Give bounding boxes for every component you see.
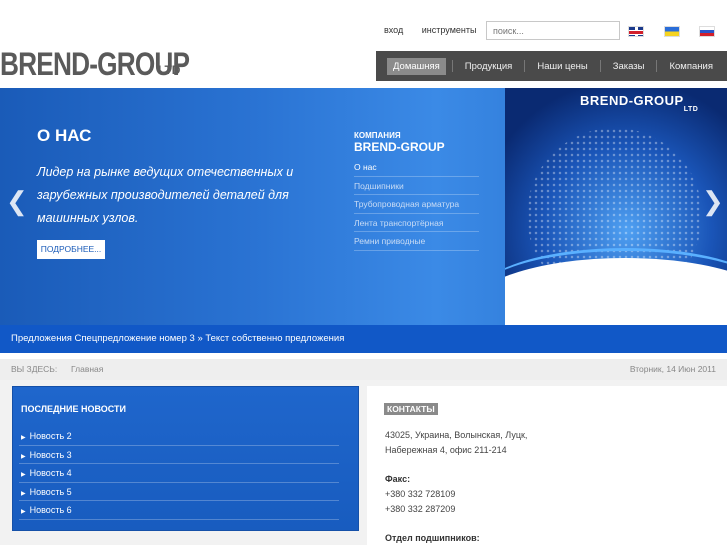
news-item[interactable]: ▶ Новость 6 (19, 501, 339, 520)
side-list-item[interactable]: Лента транспортёрная (354, 214, 479, 232)
chevron-left-icon[interactable]: ❮ (6, 186, 28, 217)
contact-address-line2: Набережная 4, офис 211-214 (385, 445, 507, 455)
contact-fax-label: Факс: (385, 474, 411, 484)
image-logo-suffix: LTD (683, 106, 699, 113)
side-list-item[interactable]: Подшипники (354, 177, 479, 195)
uk-flag-icon[interactable] (628, 26, 644, 37)
news-title: ПОСЛЕДНИЕ НОВОСТИ (21, 404, 126, 414)
news-item[interactable]: ▶ Новость 3 (19, 446, 339, 464)
bottom-area: ПОСЛЕДНИЕ НОВОСТИ ▶ Новость 2 ▶ Новость 3 … (0, 380, 727, 545)
news-item-label: Новость 3 (29, 449, 72, 460)
nav-item-products[interactable]: Продукция (459, 58, 519, 75)
side-list-item[interactable]: Ремни приводные (354, 232, 479, 251)
login-link[interactable]: вход (384, 25, 403, 35)
slider-text: Лидер на рынке ведущих отечественных и з… (37, 165, 294, 225)
news-item-label: Новость 4 (29, 468, 72, 478)
globe-image: BREND-GROUPLTD (505, 88, 727, 325)
contact-fax2: +380 332 287209 (385, 504, 456, 514)
news-item-label: Новость 5 (29, 486, 72, 497)
contact-fax1: +380 332 728109 (385, 489, 456, 499)
bullet-icon: ▶ (21, 435, 26, 441)
news-item[interactable]: ▶ Новость 2 (19, 427, 339, 446)
page: вход инструменты BREND-GROUP LTD Домашня… (0, 0, 727, 545)
news-list: ▶ Новость 2 ▶ Новость 3 ▶ Новость 4 ▶ Новост… (19, 427, 339, 520)
top-links: вход инструменты (384, 25, 492, 35)
side-list-item[interactable]: Трубопроводная арматура (354, 195, 479, 214)
news-item[interactable]: ▶ Новость 5 (19, 483, 339, 501)
hero-slider: О НАС Лидер на рынке ведущих отечественн… (0, 88, 727, 325)
ua-flag-icon[interactable] (664, 26, 680, 37)
side-heading-small: КОМПАНИЯ (354, 131, 401, 140)
side-heading-big: BREND-GROUP (354, 140, 445, 154)
news-panel: ПОСЛЕДНИЕ НОВОСТИ ▶ Новость 2 ▶ Новость 3 … (12, 386, 359, 531)
breadcrumb: ВЫ ЗДЕСЬ: Главная Вторник, 14 Июн 2011 (0, 359, 727, 380)
nav-divider (656, 60, 658, 72)
contacts-panel: КОНТАКТЫ 43025, Украина, Волынская, Луцк… (367, 386, 727, 545)
nav-divider (599, 60, 601, 72)
main-nav: Домашняя Продукция Наши цены Заказы Комп… (376, 51, 727, 81)
site-logo[interactable]: BREND-GROUP LTD (0, 46, 231, 83)
tools-link[interactable]: инструменты (422, 25, 477, 35)
bullet-icon: ▶ (21, 472, 26, 478)
logo-suffix: LTD (158, 63, 181, 77)
current-date: Вторник, 14 Июн 2011 (629, 364, 716, 374)
image-logo: BREND-GROUPLTD (580, 93, 698, 113)
slider-side-list: О нас Подшипники Трубопроводная арматура… (354, 158, 479, 251)
offer-bar[interactable]: Предложения Спецпредложение номер 3 » Те… (0, 325, 727, 353)
breadcrumb-home-link[interactable]: Главная (71, 359, 103, 379)
bullet-icon: ▶ (21, 490, 26, 497)
nav-item-company[interactable]: Компания (663, 58, 718, 75)
bullet-icon: ▶ (21, 509, 26, 515)
nav-divider (524, 60, 526, 72)
news-item[interactable]: ▶ Новость 4 (19, 464, 339, 483)
news-item-label: Новость 2 (29, 431, 72, 441)
search-input[interactable] (486, 21, 620, 40)
swoosh-shape (505, 258, 727, 325)
bullet-icon: ▶ (21, 453, 26, 460)
more-button[interactable]: ПОДРОБНЕЕ... (37, 240, 105, 259)
nav-item-prices[interactable]: Наши цены (531, 58, 593, 75)
news-item-label: Новость 6 (29, 505, 72, 515)
slider-title: О НАС (37, 126, 92, 145)
image-logo-text: BREND-GROUP (580, 93, 684, 108)
breadcrumb-label: ВЫ ЗДЕСЬ: (11, 364, 58, 374)
nav-divider (451, 60, 453, 72)
contacts-title: КОНТАКТЫ (384, 403, 438, 415)
side-list-item[interactable]: О нас (354, 158, 479, 177)
nav-item-orders[interactable]: Заказы (607, 58, 651, 75)
contact-address-line1: 43025, Украина, Волынская, Луцк, (385, 430, 528, 440)
contact-dept-label: Отдел подшипников: (385, 533, 480, 543)
nav-item-home[interactable]: Домашняя (387, 57, 446, 75)
ru-flag-icon[interactable] (699, 26, 715, 37)
chevron-right-icon[interactable]: ❯ (702, 186, 724, 217)
